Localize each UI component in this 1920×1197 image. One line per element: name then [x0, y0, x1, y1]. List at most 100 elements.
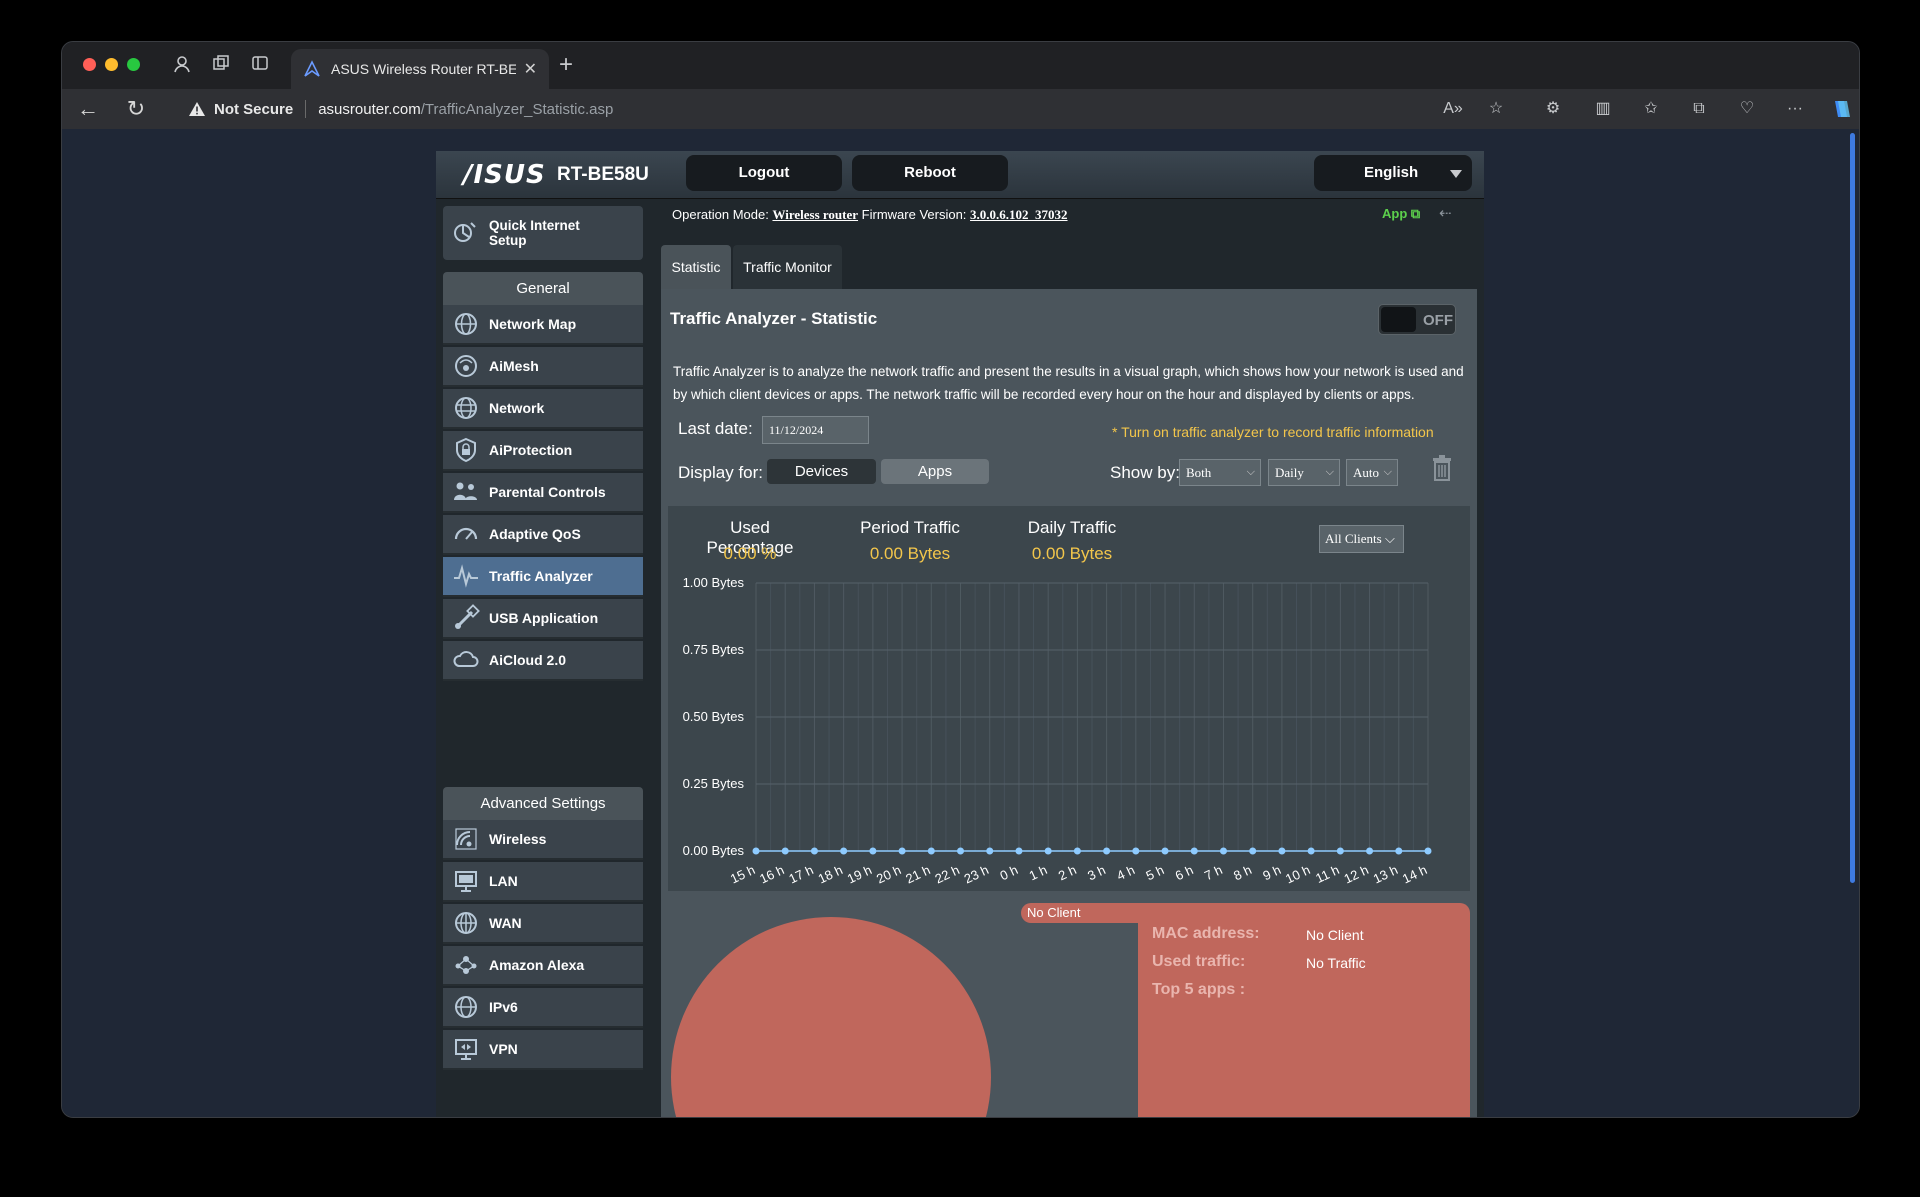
network-globe-icon [451, 393, 481, 423]
sidebar-item-label: IPv6 [489, 999, 518, 1015]
sidebar-item-network-map[interactable]: Network Map [443, 305, 643, 345]
data-point [1132, 847, 1140, 855]
maximize-window-button[interactable] [127, 58, 140, 71]
sidebar-item-adaptive-qos[interactable]: Adaptive QoS [443, 515, 643, 555]
sidebar-item-aimesh[interactable]: AiMesh [443, 347, 643, 387]
x-tick-label: 2 h [1056, 862, 1079, 883]
close-tab-icon[interactable]: ✕ [524, 59, 537, 79]
advanced-section-title: Advanced Settings [443, 787, 643, 820]
x-tick-label: 21 h [903, 862, 932, 886]
sidebar-item-traffic-analyzer[interactable]: Traffic Analyzer [443, 557, 643, 597]
new-tab-button[interactable]: + [559, 53, 573, 77]
sidebar-item-label: Network [489, 400, 545, 416]
sidebar-item-label: Adaptive QoS [489, 526, 581, 542]
browser-tab[interactable]: ASUS Wireless Router RT-BE58U ✕ [291, 49, 549, 89]
not-secure-label[interactable]: Not Secure [214, 101, 293, 118]
x-tick-label: 10 h [1283, 862, 1312, 886]
x-tick-label: 15 h [728, 862, 757, 886]
wand-icon [454, 222, 476, 242]
x-tick-label: 7 h [1202, 862, 1225, 883]
sidebar-item-amazon-alexa[interactable]: Amazon Alexa [443, 946, 643, 986]
extensions-icon[interactable]: ⚙ [1542, 98, 1564, 120]
quick-internet-setup-button[interactable]: Quick Internet Setup [443, 206, 643, 260]
profile-icon[interactable] [171, 54, 193, 76]
favorites-icon[interactable]: ✩ [1640, 98, 1662, 120]
app-indicator[interactable]: App ⧉ [1382, 206, 1420, 222]
sidebar-item-aiprotection[interactable]: AiProtection [443, 431, 643, 471]
more-menu-icon[interactable]: ··· [1784, 98, 1806, 120]
lan-monitor-icon [451, 866, 481, 896]
reboot-button[interactable]: Reboot [852, 155, 1008, 191]
wan-globe-icon [451, 908, 481, 938]
sidebar-item-aicloud-2-0[interactable]: AiCloud 2.0 [443, 641, 643, 681]
reload-icon[interactable]: ↻ [124, 97, 148, 121]
sidebar-item-ipv6[interactable]: IPv6 [443, 988, 643, 1028]
apps-button[interactable]: Apps [881, 459, 989, 484]
sidebar-item-wan[interactable]: WAN [443, 904, 643, 944]
app-phone-icon: ⧉ [1410, 206, 1421, 221]
general-section-title: General [443, 272, 643, 305]
sidebar-item-parental-controls[interactable]: Parental Controls [443, 473, 643, 513]
clients-filter-value: All Clients [1325, 531, 1382, 546]
address-bar[interactable]: Not Secure asusrouter.com/TrafficAnalyze… [174, 93, 1504, 125]
minimize-window-button[interactable] [105, 58, 118, 71]
show-by-unit-select[interactable]: Auto ⌵ [1346, 459, 1398, 486]
operation-mode-link[interactable]: Wireless router [772, 207, 858, 222]
trash-icon[interactable] [1430, 454, 1456, 484]
tab-actions-icon[interactable] [249, 54, 271, 76]
copilot-icon[interactable] [1830, 98, 1852, 120]
x-tick-label: 0 h [998, 862, 1021, 883]
x-tick-label: 6 h [1173, 862, 1196, 883]
toggle-state: OFF [1423, 312, 1453, 329]
client-tag[interactable]: No Client [1021, 903, 1141, 923]
y-tick-label: 1.00 Bytes [683, 575, 745, 590]
page-scrollbar[interactable] [1850, 133, 1855, 883]
hint-note: * Turn on traffic analyzer to record tra… [1112, 424, 1434, 440]
clients-filter-select[interactable]: All Clients ⌵ [1319, 525, 1404, 553]
y-tick-label: 0.00 Bytes [683, 843, 745, 858]
usb-status-icon[interactable]: ⇠ [1439, 204, 1452, 222]
close-window-button[interactable] [83, 58, 96, 71]
page-title: Traffic Analyzer - Statistic [670, 309, 878, 328]
favorite-star-icon[interactable]: ☆ [1485, 98, 1507, 120]
sidebar-item-lan[interactable]: LAN [443, 862, 643, 902]
cloud-icon [451, 645, 481, 675]
router-page: /ISUS RT-BE58U Logout Reboot English Qui… [436, 151, 1484, 1117]
operation-mode-label: Operation Mode: [672, 207, 769, 222]
last-date-field[interactable]: 11/12/2024 [762, 416, 869, 444]
sidebar-item-usb-application[interactable]: USB Application [443, 599, 643, 639]
browser-essentials-icon[interactable]: ♡ [1736, 98, 1758, 120]
x-tick-label: 9 h [1260, 862, 1283, 883]
data-point [810, 847, 818, 855]
period-traffic-label: Period Traffic [860, 518, 960, 537]
show-by-direction-select[interactable]: Both ⌵ [1179, 459, 1261, 486]
main-content: Traffic Analyzer - Statistic OFF Traffic… [661, 289, 1477, 1117]
top-apps-label: Top 5 apps : [1152, 981, 1246, 998]
sidebar-item-network[interactable]: Network [443, 389, 643, 429]
period-value: Daily [1275, 465, 1304, 480]
tab-statistic[interactable]: Statistic [661, 245, 731, 289]
traffic-analyzer-toggle[interactable]: OFF [1378, 304, 1456, 335]
devices-button[interactable]: Devices [767, 459, 876, 484]
show-by-period-select[interactable]: Daily ⌵ [1268, 459, 1340, 486]
language-select[interactable]: English [1314, 155, 1472, 191]
url-path: /TrafficAnalyzer_Statistic.asp [420, 100, 614, 118]
x-tick-label: 18 h [816, 862, 845, 886]
sidebar-item-label: Amazon Alexa [489, 957, 585, 973]
sidebar-item-vpn[interactable]: VPN [443, 1030, 643, 1070]
data-point [1015, 847, 1023, 855]
data-point [1278, 847, 1286, 855]
display-for-label: Display for: [678, 463, 764, 482]
back-arrow-icon[interactable]: ← [76, 97, 100, 121]
traffic-pie-chart[interactable] [671, 917, 991, 1117]
collections-icon[interactable]: ⧉ [1688, 98, 1710, 120]
read-aloud-icon[interactable]: A» [1442, 98, 1464, 120]
firmware-version-link[interactable]: 3.0.0.6.102_37032 [970, 207, 1068, 222]
workspaces-icon[interactable] [210, 54, 232, 76]
x-tick-label: 12 h [1342, 862, 1371, 886]
tab-traffic-monitor[interactable]: Traffic Monitor [733, 245, 842, 289]
data-point [1219, 847, 1227, 855]
sidebar-item-wireless[interactable]: Wireless [443, 820, 643, 860]
split-screen-icon[interactable]: ▥ [1592, 98, 1614, 120]
logout-button[interactable]: Logout [686, 155, 842, 191]
